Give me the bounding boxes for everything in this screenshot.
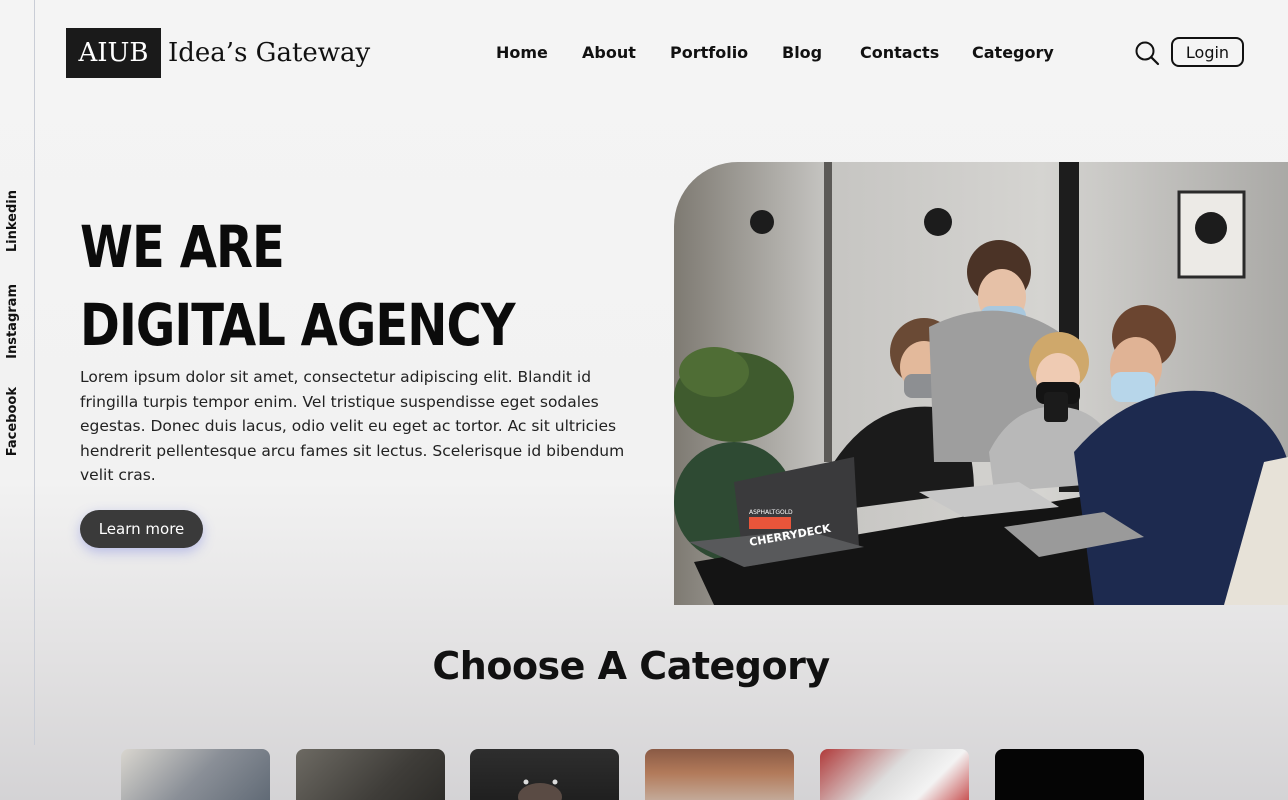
search-icon[interactable] bbox=[1134, 40, 1160, 66]
social-rail: Linkedin Instagram Facebook bbox=[0, 0, 35, 745]
category-card[interactable] bbox=[995, 749, 1144, 800]
laptop-sticker-1: ASPHALTGOLD bbox=[749, 509, 793, 516]
login-button[interactable]: Login bbox=[1171, 37, 1244, 67]
nav-item-contacts[interactable]: Contacts bbox=[860, 43, 939, 62]
main-nav: Home About Portfolio Blog Contacts Categ… bbox=[0, 43, 1288, 65]
hero-title-line-2: DIGITAL AGENCY bbox=[80, 291, 516, 359]
category-section-title: Choose A Category bbox=[432, 644, 830, 688]
nav-item-blog[interactable]: Blog bbox=[782, 43, 822, 62]
category-card-image bbox=[518, 779, 562, 800]
hero-title-line-1: WE ARE bbox=[80, 213, 285, 281]
nav-item-home[interactable]: Home bbox=[496, 43, 548, 62]
category-cards bbox=[0, 749, 1288, 800]
hero-title: WE ARE DIGITAL AGENCY bbox=[80, 208, 516, 364]
team-photo-illustration: ASPHALTGOLD CHERRYDECK bbox=[674, 162, 1288, 605]
nav-item-portfolio[interactable]: Portfolio bbox=[670, 43, 748, 62]
learn-more-button[interactable]: Learn more bbox=[80, 510, 203, 548]
category-card[interactable] bbox=[820, 749, 969, 800]
nav-item-about[interactable]: About bbox=[582, 43, 636, 62]
category-card[interactable] bbox=[470, 749, 619, 800]
social-link-linkedin[interactable]: Linkedin bbox=[5, 190, 20, 252]
category-card[interactable] bbox=[121, 749, 270, 800]
social-link-facebook[interactable]: Facebook bbox=[5, 387, 20, 456]
category-card[interactable] bbox=[296, 749, 445, 800]
hero-team-photo: ASPHALTGOLD CHERRYDECK bbox=[674, 162, 1288, 605]
category-card[interactable] bbox=[645, 749, 794, 800]
social-link-instagram[interactable]: Instagram bbox=[5, 284, 20, 359]
nav-item-category[interactable]: Category bbox=[972, 43, 1054, 62]
hero-description: Lorem ipsum dolor sit amet, consectetur … bbox=[80, 368, 625, 484]
